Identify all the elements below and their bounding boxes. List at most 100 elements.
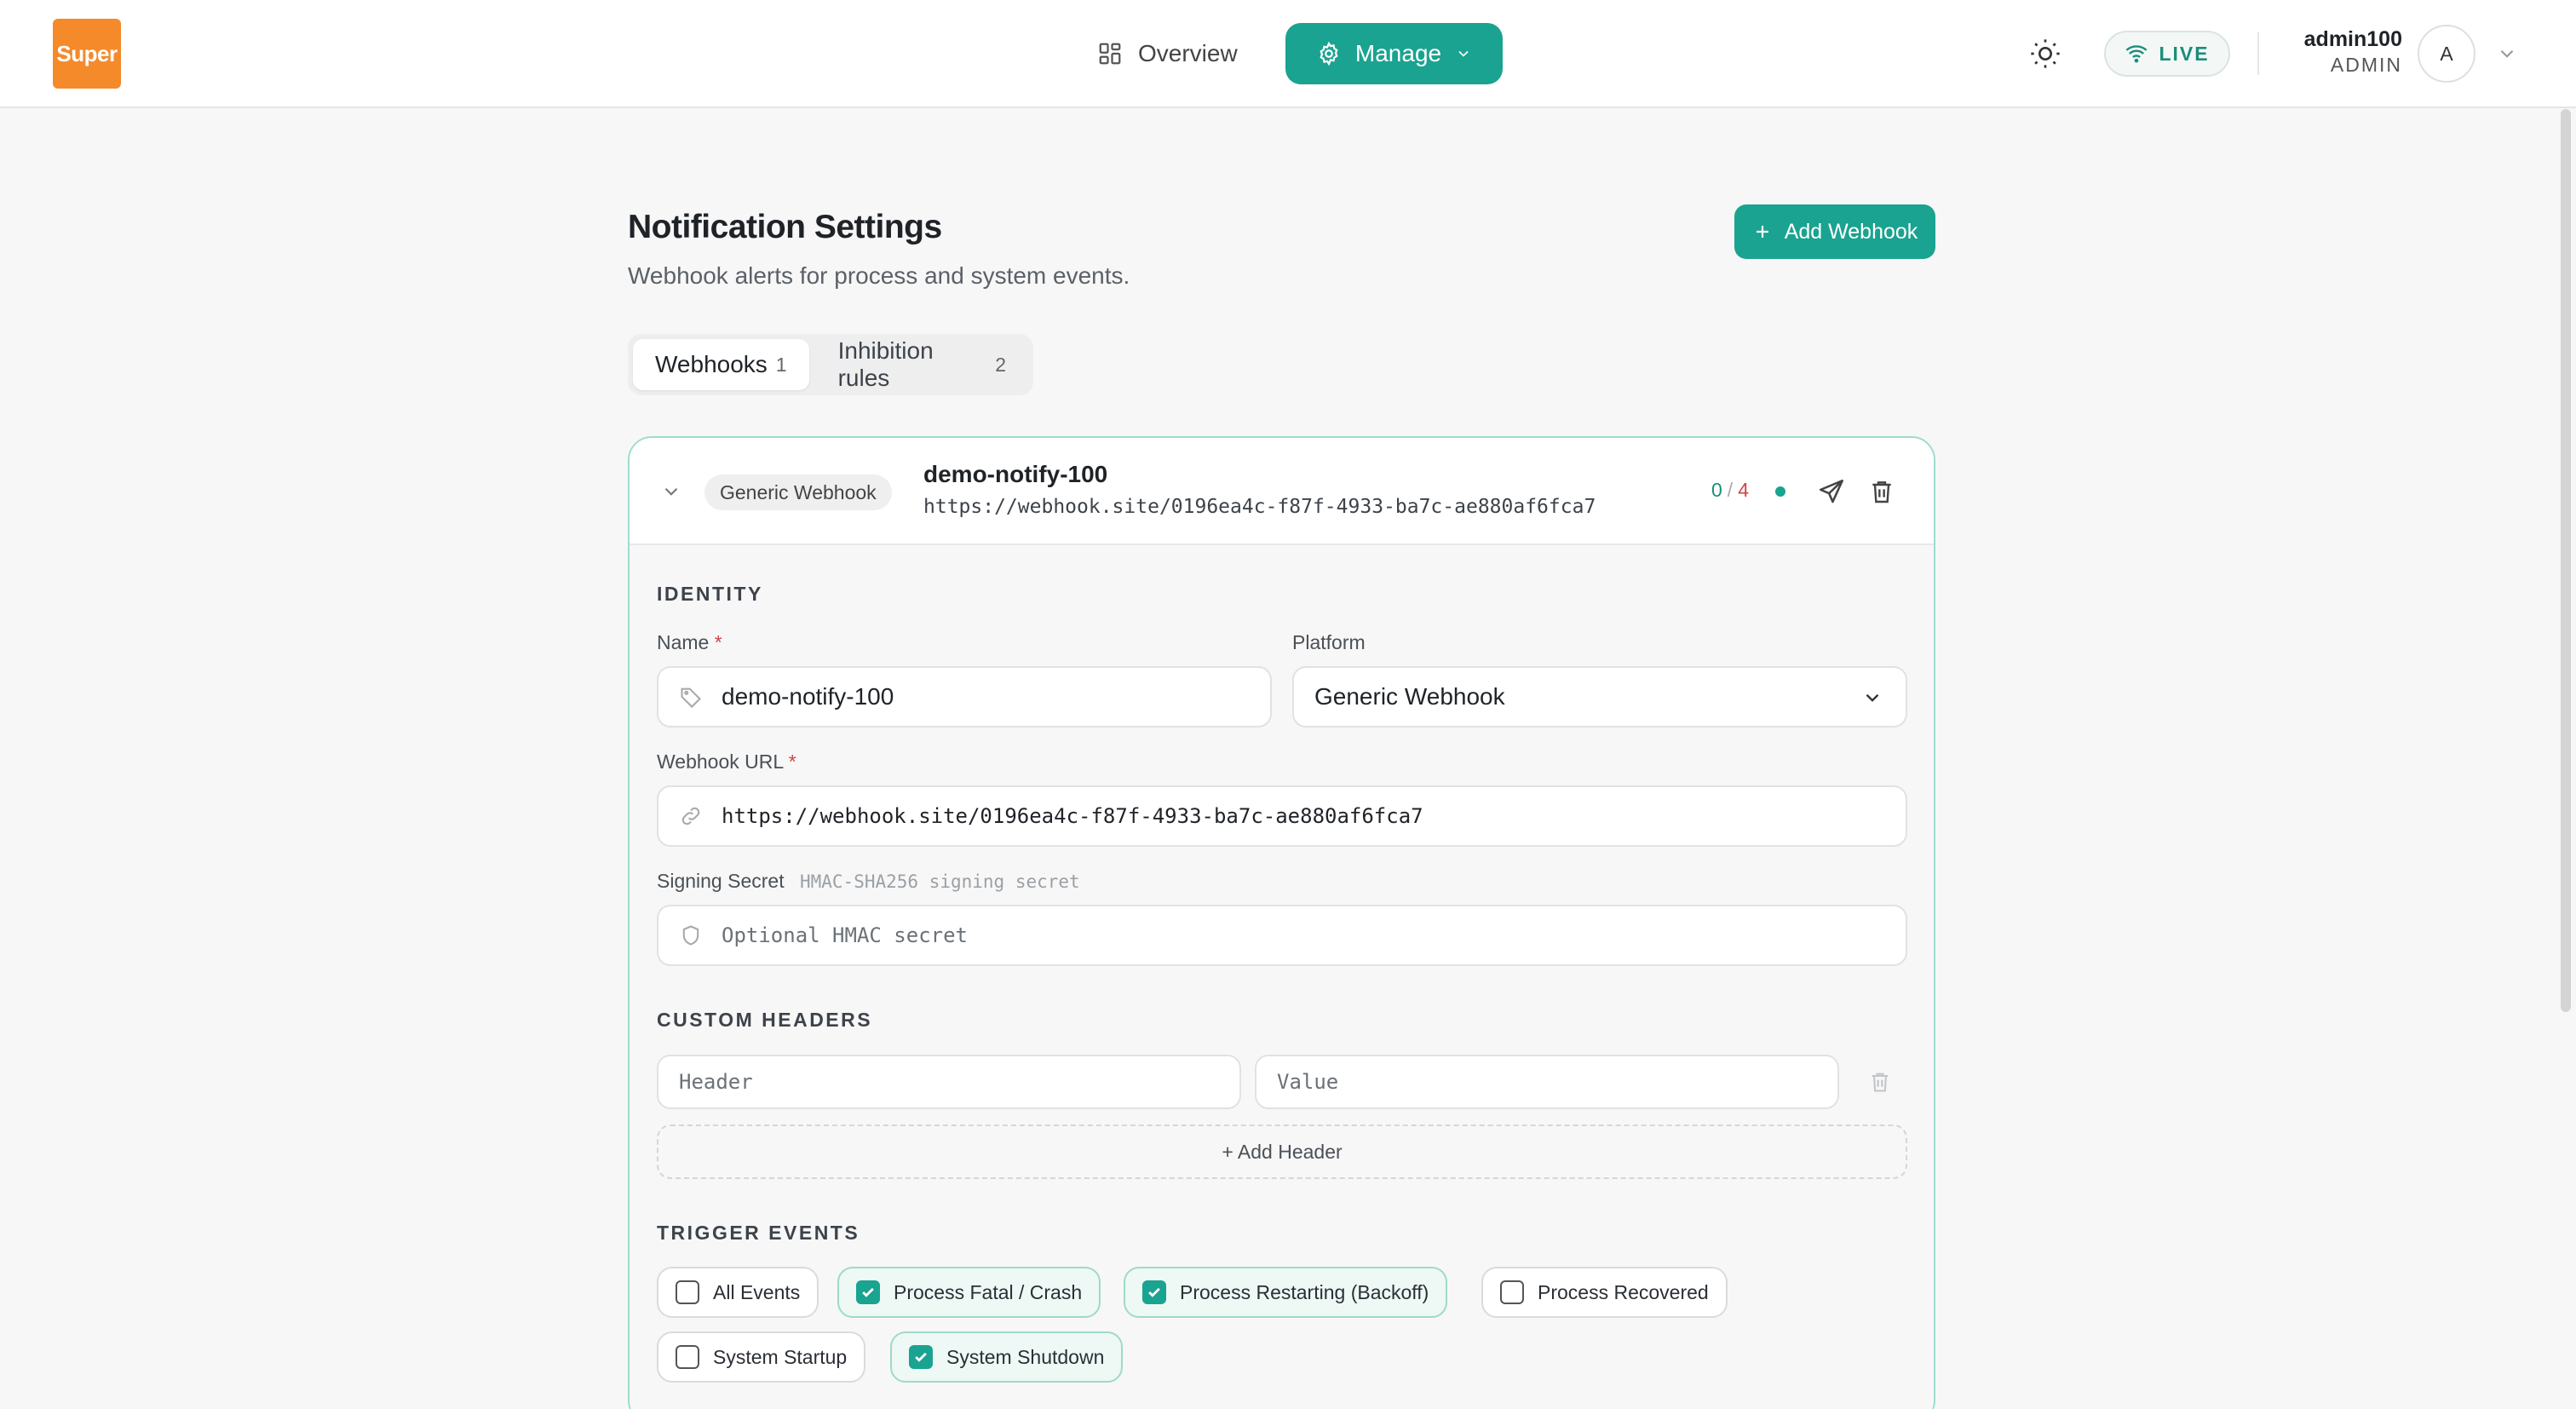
chevron-down-icon	[1866, 693, 1879, 702]
checkbox[interactable]	[1500, 1280, 1524, 1304]
check-icon	[862, 1287, 874, 1297]
webhook-name: demo-notify-100	[923, 461, 1108, 487]
user-name: admin100	[2303, 27, 2402, 51]
checkbox[interactable]	[1142, 1280, 1166, 1304]
grid-icon	[1099, 43, 1121, 65]
signing-secret-placeholder: Optional HMAC secret	[722, 923, 968, 947]
delivery-success: 0	[1711, 479, 1722, 501]
delivery-failed: 4	[1738, 479, 1749, 501]
event-chip-process-restarting[interactable]: Process Restarting (Backoff)	[1124, 1267, 1448, 1318]
send-icon[interactable]	[1817, 477, 1846, 506]
name-input-value: demo-notify-100	[722, 683, 894, 710]
platform-select-value: Generic Webhook	[1314, 683, 1505, 710]
live-label: LIVE	[2159, 42, 2210, 65]
event-chip-system-shutdown[interactable]: System Shutdown	[890, 1331, 1124, 1383]
top-bar: Super Overview Manage LIVE admin100 ADMI…	[0, 0, 2576, 108]
webhook-card-header[interactable]: Generic Webhook demo-notify-100 https://…	[630, 438, 1934, 545]
event-label: All Events	[713, 1280, 801, 1303]
shield-icon	[682, 925, 699, 946]
identity-section-label: IDENTITY	[657, 583, 763, 605]
header-value-placeholder: Value	[1277, 1070, 1339, 1094]
avatar[interactable]: A	[2418, 25, 2475, 83]
header-key-placeholder: Header	[679, 1070, 753, 1094]
tag-icon	[681, 687, 701, 709]
required-mark: *	[788, 751, 796, 773]
header-value-input[interactable]: Value	[1255, 1055, 1839, 1109]
event-chip-all-events[interactable]: All Events	[657, 1267, 819, 1318]
webhook-card: Generic Webhook demo-notify-100 https://…	[628, 436, 1935, 1409]
platform-field-label: Platform	[1292, 631, 1366, 653]
user-role: ADMIN	[2330, 54, 2402, 76]
tab-inhibition-count: 2	[995, 353, 1006, 376]
name-input[interactable]: demo-notify-100	[657, 666, 1272, 728]
nav-overview[interactable]: Overview	[1097, 29, 1238, 78]
avatar-letter: A	[2440, 42, 2453, 65]
checkbox[interactable]	[909, 1345, 933, 1369]
sun-icon	[2031, 39, 2060, 68]
trigger-events-section-label: TRIGGER EVENTS	[657, 1222, 860, 1244]
checkbox[interactable]	[676, 1280, 699, 1304]
signing-secret-input[interactable]: Optional HMAC secret	[657, 905, 1907, 966]
check-icon	[915, 1352, 927, 1362]
name-field-label: Name *	[657, 631, 722, 654]
add-webhook-label: Add Webhook	[1784, 219, 1918, 244]
secret-hint: HMAC-SHA256 signing secret	[799, 871, 1080, 892]
event-chip-system-startup[interactable]: System Startup	[657, 1331, 866, 1383]
tab-webhooks-label: Webhooks	[655, 351, 768, 377]
tab-webhooks-count: 1	[775, 353, 787, 376]
custom-headers-section-label: CUSTOM HEADERS	[657, 1009, 873, 1031]
status-dot	[1775, 486, 1785, 497]
webhook-url-value: https://webhook.site/0196ea4c-f87f-4933-…	[722, 804, 1423, 828]
user-menu-chevron-icon[interactable]	[2496, 43, 2518, 65]
required-mark: *	[714, 631, 722, 653]
event-label: Process Recovered	[1538, 1280, 1709, 1303]
checkbox[interactable]	[676, 1345, 699, 1369]
delivery-separator: /	[1727, 479, 1734, 501]
add-header-button[interactable]: + Add Header	[657, 1124, 1907, 1179]
url-field-label: Webhook URL *	[657, 751, 796, 774]
user-info: admin100 ADMIN	[2291, 27, 2402, 77]
logo-text: Super	[56, 40, 118, 66]
delivery-ratio: 0 / 4	[1711, 479, 1749, 502]
platform-badge: Generic Webhook	[704, 474, 892, 510]
page-title: Notification Settings	[628, 209, 942, 245]
app-logo[interactable]: Super	[53, 19, 121, 89]
event-label: System Shutdown	[946, 1345, 1105, 1368]
nav-manage[interactable]: Manage	[1285, 23, 1503, 84]
check-icon	[1148, 1287, 1160, 1297]
tab-inhibition-rules[interactable]: Inhibition rules 2	[816, 337, 1028, 391]
collapse-chevron-icon[interactable]	[660, 480, 682, 503]
platform-badge-label: Generic Webhook	[720, 480, 877, 503]
event-label: Process Restarting (Backoff)	[1180, 1280, 1429, 1303]
wifi-icon	[2125, 45, 2148, 63]
tab-webhooks[interactable]: Webhooks 1	[633, 339, 809, 390]
checkbox[interactable]	[856, 1280, 880, 1304]
name-label-text: Name	[657, 631, 710, 653]
plus-icon	[1756, 226, 1768, 238]
url-label-text: Webhook URL	[657, 751, 784, 773]
chevron-down-icon	[1458, 50, 1469, 57]
page-scrollbar[interactable]	[2561, 109, 2571, 1012]
event-chip-process-fatal[interactable]: Process Fatal / Crash	[837, 1267, 1101, 1318]
header-key-input[interactable]: Header	[657, 1055, 1241, 1109]
tab-bar: Webhooks 1 Inhibition rules 2	[628, 334, 1033, 395]
trash-icon[interactable]	[1868, 1069, 1892, 1095]
event-label: System Startup	[713, 1345, 848, 1368]
platform-select[interactable]: Generic Webhook	[1292, 666, 1907, 728]
tab-inhibition-label: Inhibition rules	[837, 337, 934, 391]
page-subtitle: Webhook alerts for process and system ev…	[628, 262, 1130, 289]
header-divider	[2257, 32, 2259, 75]
live-status-badge: LIVE	[2104, 31, 2230, 77]
secret-label-text: Signing Secret	[657, 870, 785, 892]
event-chip-process-recovered[interactable]: Process Recovered	[1481, 1267, 1728, 1318]
theme-toggle[interactable]	[2026, 34, 2065, 73]
nav-manage-label: Manage	[1354, 40, 1442, 66]
add-webhook-button[interactable]: Add Webhook	[1734, 204, 1935, 259]
trash-icon[interactable]	[1868, 477, 1895, 506]
nav-overview-label: Overview	[1138, 40, 1238, 66]
webhook-url: https://webhook.site/0196ea4c-f87f-4933-…	[923, 496, 1596, 518]
add-header-label: + Add Header	[1222, 1140, 1343, 1163]
secret-field-label: Signing Secret HMAC-SHA256 signing secre…	[657, 870, 1080, 893]
event-label: Process Fatal / Crash	[894, 1280, 1083, 1303]
webhook-url-input[interactable]: https://webhook.site/0196ea4c-f87f-4933-…	[657, 785, 1907, 847]
